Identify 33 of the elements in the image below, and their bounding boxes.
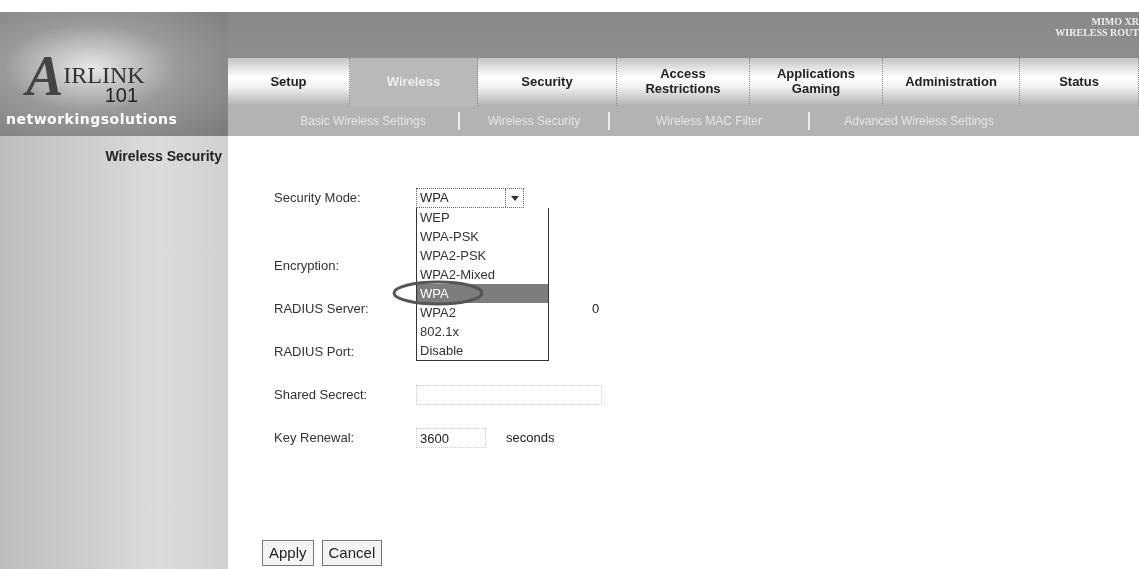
field-label: Encryption: <box>274 256 341 275</box>
logo-number: 101 <box>104 85 139 105</box>
field-label: Security Mode: <box>274 189 362 207</box>
ip-octet: 0 <box>592 299 600 318</box>
dropdown-option[interactable]: WPA2-PSK <box>417 246 548 265</box>
dropdown-option[interactable]: WPA-PSK <box>417 227 548 246</box>
dropdown-arrow-icon <box>510 195 519 201</box>
nav-tab[interactable]: Setup <box>228 58 350 106</box>
dropdown-option[interactable]: WPA2-Mixed <box>417 265 548 284</box>
logo-wordmark: IRLINK <box>63 63 145 87</box>
sidebar-title: Wireless Security <box>104 147 222 166</box>
unit-label: seconds <box>506 428 555 447</box>
field-label: RADIUS Port: <box>274 342 356 361</box>
shared-secret-field[interactable] <box>416 384 602 405</box>
field-label: Key Renewal: <box>274 428 356 447</box>
dropdown-option[interactable]: WPA <box>417 284 548 303</box>
field-label: RADIUS Server: <box>274 299 370 318</box>
product-name: WIRELESS ROUT <box>1055 27 1139 38</box>
product-name: MIMO XR <box>1090 16 1139 27</box>
dropdown-option[interactable]: WPA2 <box>417 303 548 322</box>
field-label: Shared Secrect: <box>274 385 369 404</box>
dropdown-option[interactable]: WEP <box>417 208 548 227</box>
logo-tagline: networkingsolutions <box>6 110 179 129</box>
form-button[interactable]: Cancel <box>321 539 383 566</box>
nav-tab[interactable]: Access Restrictions <box>617 58 750 106</box>
dropdown-option[interactable]: Disable <box>417 341 548 360</box>
nav-tab[interactable]: Status <box>1020 58 1139 106</box>
nav-tab[interactable]: Administration <box>883 58 1020 106</box>
nav-tab[interactable]: Security <box>478 58 617 106</box>
nav-tab[interactable]: Applications Gaming <box>750 58 883 106</box>
key-renewal-field[interactable]: 3600 <box>416 427 486 448</box>
dropdown-option[interactable]: 802.1x <box>417 322 548 341</box>
form-button[interactable]: Apply <box>262 539 314 566</box>
